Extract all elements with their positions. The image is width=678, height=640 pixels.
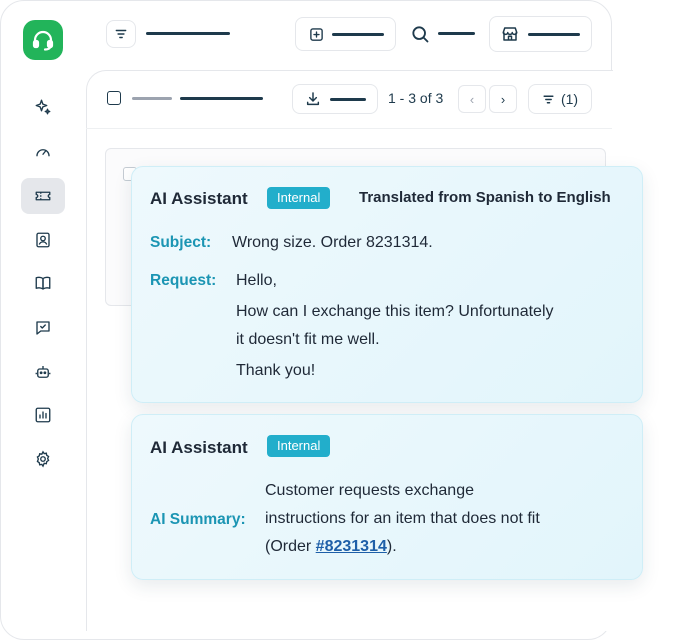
request-line: it doesn't fit me well. <box>236 331 380 348</box>
contact-icon <box>36 232 50 248</box>
placeholder-bar <box>332 33 384 36</box>
store-button[interactable] <box>489 16 592 52</box>
divider <box>86 128 612 129</box>
placeholder-bar <box>180 97 263 100</box>
menu-icon <box>115 29 127 39</box>
sidebar-item-ai[interactable] <box>21 89 65 125</box>
placeholder-bar <box>528 33 580 36</box>
order-link[interactable]: #8231314 <box>316 538 387 555</box>
request-label: Request: <box>150 272 217 289</box>
internal-badge: Internal <box>267 435 331 457</box>
chart-icon <box>35 407 51 423</box>
book-icon <box>35 276 51 290</box>
ai-card-title: AI Assistant <box>150 438 248 457</box>
sidebar-item-settings[interactable] <box>21 441 65 477</box>
ai-translation-card: AI Assistant Internal Translated from Sp… <box>131 166 643 403</box>
message-check-icon <box>36 321 50 335</box>
summary-line: (Order #8231314). <box>265 533 397 561</box>
bot-icon <box>35 366 51 378</box>
placeholder-bar <box>146 32 230 35</box>
filter-button[interactable]: (1) <box>528 84 592 114</box>
sidebar <box>0 0 86 624</box>
sidebar-item-chats[interactable] <box>21 310 65 346</box>
sidebar-item-bots[interactable] <box>21 354 65 390</box>
placeholder-bar <box>132 97 172 100</box>
request-line: Thank you! <box>236 362 316 379</box>
select-all-checkbox[interactable] <box>107 91 121 105</box>
menu-button[interactable] <box>106 20 136 48</box>
prev-page-button[interactable]: ‹ <box>458 85 486 113</box>
summary-line: instructions for an item that does not f… <box>265 510 540 527</box>
sidebar-item-contacts[interactable] <box>21 222 65 258</box>
headset-icon <box>32 30 54 51</box>
sidebar-item-knowledge[interactable] <box>21 265 65 301</box>
search-button[interactable] <box>410 24 430 49</box>
app-logo[interactable] <box>23 20 63 60</box>
placeholder-bar <box>438 32 475 35</box>
summary-text: ). <box>386 538 397 555</box>
summary-text: (Order <box>265 538 316 555</box>
next-page-button[interactable]: › <box>489 85 517 113</box>
store-icon <box>502 27 518 41</box>
request-line: Hello, <box>236 272 277 289</box>
sidebar-item-reports[interactable] <box>21 397 65 433</box>
download-icon <box>306 92 320 106</box>
gauge-icon <box>36 149 50 157</box>
sidebar-item-tickets[interactable] <box>21 178 65 214</box>
subject-label: Subject: <box>150 234 212 251</box>
ai-card-title: AI Assistant <box>150 189 248 208</box>
pagination-text: 1 - 3 of 3 <box>388 90 444 106</box>
summary-label: AI Summary: <box>150 511 246 528</box>
ticket-icon <box>35 191 51 201</box>
filter-icon <box>543 95 554 103</box>
internal-badge: Internal <box>267 187 331 209</box>
filter-count: (1) <box>560 91 579 107</box>
request-line: How can I exchange this item? Unfortunat… <box>236 303 554 320</box>
translation-note: Translated from Spanish to English <box>359 189 611 206</box>
gear-icon <box>36 450 50 468</box>
export-button[interactable] <box>292 84 378 114</box>
placeholder-bar <box>330 98 366 101</box>
summary-line: Customer requests exchange <box>265 482 474 499</box>
sidebar-item-dashboard[interactable] <box>21 134 65 170</box>
subject-value: Wrong size. Order 8231314. <box>232 234 433 251</box>
search-icon <box>412 26 429 43</box>
sparkles-icon <box>35 99 51 115</box>
ai-summary-card: AI Assistant Internal AI Summary: Custom… <box>131 414 643 580</box>
new-ticket-button[interactable] <box>295 17 396 51</box>
plus-square-icon <box>310 27 323 41</box>
